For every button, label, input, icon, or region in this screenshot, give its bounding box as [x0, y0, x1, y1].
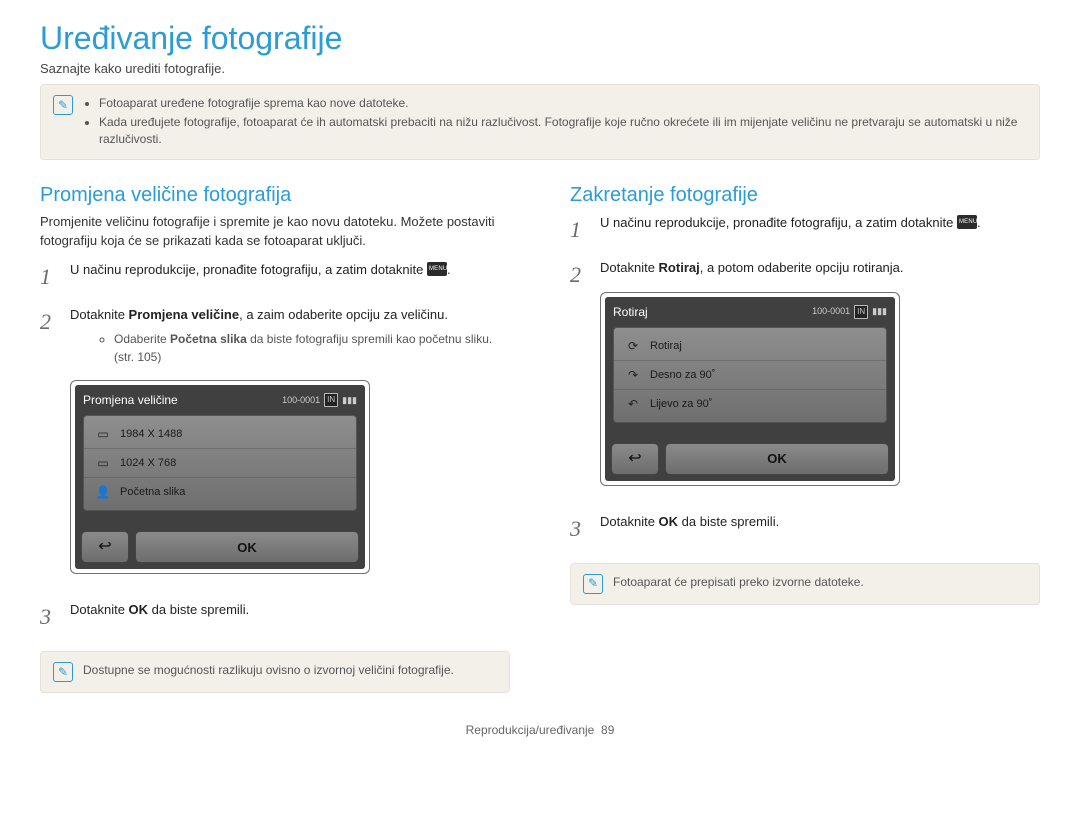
info-note-top: ✎ Fotoaparat uređene fotografije sprema …	[40, 84, 1040, 160]
step-2-subitem: Odaberite Početna slika da biste fotogra…	[114, 330, 510, 366]
options-list: ▭ 1984 X 1488 ▭ 1024 X 768 👤	[83, 415, 357, 511]
back-button[interactable]: ↩	[611, 443, 659, 475]
step-1-text: U načinu reprodukcije, pronađite fotogra…	[600, 213, 1040, 246]
step-1-text: U načinu reprodukcije, pronađite fotogra…	[70, 260, 510, 293]
page-title: Uređivanje fotografije	[40, 20, 1040, 57]
options-list: ⟳ Rotiraj ↷ Desno za 90˚ ↶	[613, 327, 887, 423]
step-number: 1	[570, 213, 588, 246]
info-icon: ✎	[583, 574, 603, 594]
thumbnail-icon: ▭	[94, 425, 112, 443]
battery-icon: ▮▮▮	[342, 394, 357, 408]
section-heading-rotate: Zakretanje fotografije	[570, 184, 1040, 207]
step-number: 2	[40, 305, 58, 589]
back-button[interactable]: ↩	[81, 531, 129, 563]
rotate-icon: ⟳	[624, 337, 642, 355]
device-frame: Rotiraj 100-0001 IN ▮▮▮ ⟳	[600, 292, 900, 486]
page-footer: Reprodukcija/uređivanje 89	[40, 723, 1040, 737]
top-note-item: Kada uređujete fotografije, fotoaparat ć…	[99, 114, 1027, 148]
step-number: 2	[570, 258, 588, 500]
top-note-item: Fotoaparat uređene fotografije sprema ka…	[99, 95, 1027, 112]
ok-button[interactable]: OK	[665, 443, 889, 475]
info-note-right: ✎ Fotoaparat će prepisati preko izvorne …	[570, 563, 1040, 605]
step-3-text: Dotaknite OK da biste spremili.	[70, 600, 510, 633]
step-2-text: Dotaknite Rotiraj, a potom odaberite opc…	[600, 258, 1040, 500]
intro-text: Saznajte kako urediti fotografije.	[40, 61, 1040, 76]
person-icon: 👤	[94, 483, 112, 501]
info-icon: ✎	[53, 95, 73, 115]
step-2-text: Dotaknite Promjena veličine, a zaim odab…	[70, 305, 510, 589]
ok-icon: OK	[129, 602, 149, 617]
rotate-left-icon: ↶	[624, 395, 642, 413]
step-number: 3	[40, 600, 58, 633]
thumbnail-icon: ▭	[94, 454, 112, 472]
rotate-option[interactable]: ↶ Lijevo za 90˚	[614, 390, 886, 418]
step-number: 3	[570, 512, 588, 545]
section-heading-resize: Promjena veličine fotografija	[40, 184, 510, 207]
rotate-option[interactable]: ⟳ Rotiraj	[614, 332, 886, 361]
size-option[interactable]: 👤 Početna slika	[84, 478, 356, 506]
rotate-right-icon: ↷	[624, 366, 642, 384]
ok-button[interactable]: OK	[135, 531, 359, 563]
size-option[interactable]: ▭ 1024 X 768	[84, 449, 356, 478]
menu-icon	[427, 262, 447, 276]
device-frame: Promjena veličine 100-0001 IN ▮▮▮	[70, 380, 370, 574]
rotate-option[interactable]: ↷ Desno za 90˚	[614, 361, 886, 390]
screen-title: Promjena veličine	[83, 391, 178, 409]
menu-icon	[957, 215, 977, 229]
battery-icon: ▮▮▮	[872, 305, 887, 319]
status-bar: 100-0001 IN ▮▮▮	[282, 393, 357, 407]
screen-title: Rotiraj	[613, 303, 648, 321]
info-icon: ✎	[53, 662, 73, 682]
size-option[interactable]: ▭ 1984 X 1488	[84, 420, 356, 449]
resize-intro: Promjenite veličinu fotografije i spremi…	[40, 213, 510, 249]
info-note-left: ✎ Dostupne se mogućnosti razlikuju ovisn…	[40, 651, 510, 693]
status-bar: 100-0001 IN ▮▮▮	[812, 305, 887, 319]
step-3-text: Dotaknite OK da biste spremili.	[600, 512, 1040, 545]
step-number: 1	[40, 260, 58, 293]
ok-icon: OK	[659, 514, 679, 529]
